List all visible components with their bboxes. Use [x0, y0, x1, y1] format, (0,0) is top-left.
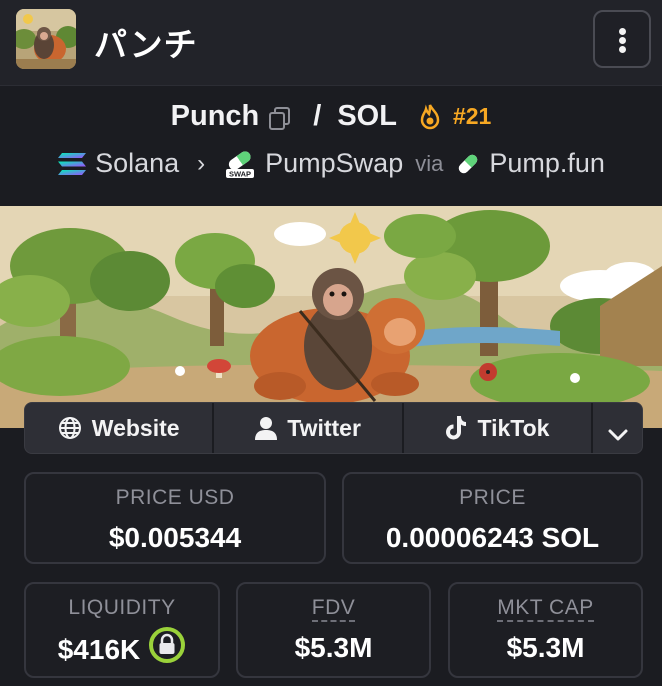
chain-name[interactable]: Solana — [95, 148, 179, 179]
price-usd-label: PRICE USD — [115, 486, 235, 509]
launchpad-name[interactable]: Pump.fun — [489, 148, 605, 179]
top-bar: パンチ — [0, 0, 662, 86]
token-banner-image — [0, 206, 662, 428]
price-usd-value: $0.005344 — [108, 522, 242, 553]
price-usd-card: PRICE USD $0.005344 — [24, 472, 326, 564]
price-native-value: 0.00006243 SOL — [385, 522, 600, 553]
liquidity-label: LIQUIDITY — [68, 596, 176, 619]
pair-title: Punch / SOL #21 — [0, 100, 662, 144]
copy-icon[interactable] — [269, 106, 291, 130]
trending-rank[interactable]: #21 — [453, 103, 491, 130]
more-menu-button[interactable] — [593, 10, 651, 68]
liquidity-card: LIQUIDITY $416K — [24, 582, 220, 678]
fdv-value: $5.3M — [294, 632, 373, 663]
globe-icon — [58, 416, 82, 440]
via-label: via — [415, 150, 444, 176]
liquidity-value-row: $416K — [26, 627, 218, 671]
price-native-label: PRICE — [459, 486, 526, 509]
tiktok-link-button[interactable]: TikTok — [404, 403, 594, 453]
chevron-down-icon — [607, 421, 629, 441]
app-title: パンチ — [94, 26, 198, 63]
pumpfun-pill-icon — [455, 152, 481, 176]
mkt-cap-value: $5.3M — [506, 632, 585, 663]
mkt-cap-label-wrap[interactable]: MKT CAP — [450, 596, 641, 622]
social-links-bar: Website Twitter TikTok — [24, 402, 643, 454]
mkt-cap-label: MKT CAP — [497, 596, 594, 622]
fdv-card: FDV $5.3M — [236, 582, 431, 678]
chevron-right-icon: › — [197, 149, 206, 177]
twitter-link-button[interactable]: Twitter — [214, 403, 404, 453]
tiktok-icon — [445, 415, 467, 441]
pair-separator: / — [313, 100, 322, 132]
more-links-button[interactable] — [593, 403, 642, 453]
chain-breadcrumb: Solana › SWAP PumpSwap via Pump.fun — [0, 148, 662, 188]
fdv-label: FDV — [311, 596, 356, 622]
tiktok-label: TikTok — [477, 414, 550, 441]
token-avatar[interactable] — [16, 9, 76, 69]
base-token-symbol: Punch — [170, 100, 260, 132]
more-vertical-icon — [619, 28, 626, 35]
twitter-label: Twitter — [287, 414, 361, 441]
swap-badge-text: SWAP — [229, 169, 251, 178]
price-native-card: PRICE 0.00006243 SOL — [342, 472, 643, 564]
website-label: Website — [91, 414, 180, 441]
quote-token-symbol: SOL — [337, 100, 397, 132]
more-vertical-icon-dot — [619, 37, 626, 44]
dex-name[interactable]: PumpSwap — [265, 148, 403, 179]
user-icon — [255, 416, 278, 440]
website-link-button[interactable]: Website — [25, 403, 215, 453]
lock-icon[interactable] — [148, 626, 186, 671]
more-vertical-icon-dot — [619, 46, 626, 53]
pumpswap-icon: SWAP — [223, 149, 257, 179]
solana-icon — [57, 151, 87, 177]
liquidity-value: $416K — [57, 633, 141, 665]
fdv-label-wrap[interactable]: FDV — [238, 596, 429, 622]
mkt-cap-card: MKT CAP $5.3M — [448, 582, 643, 678]
flame-icon — [419, 103, 441, 130]
